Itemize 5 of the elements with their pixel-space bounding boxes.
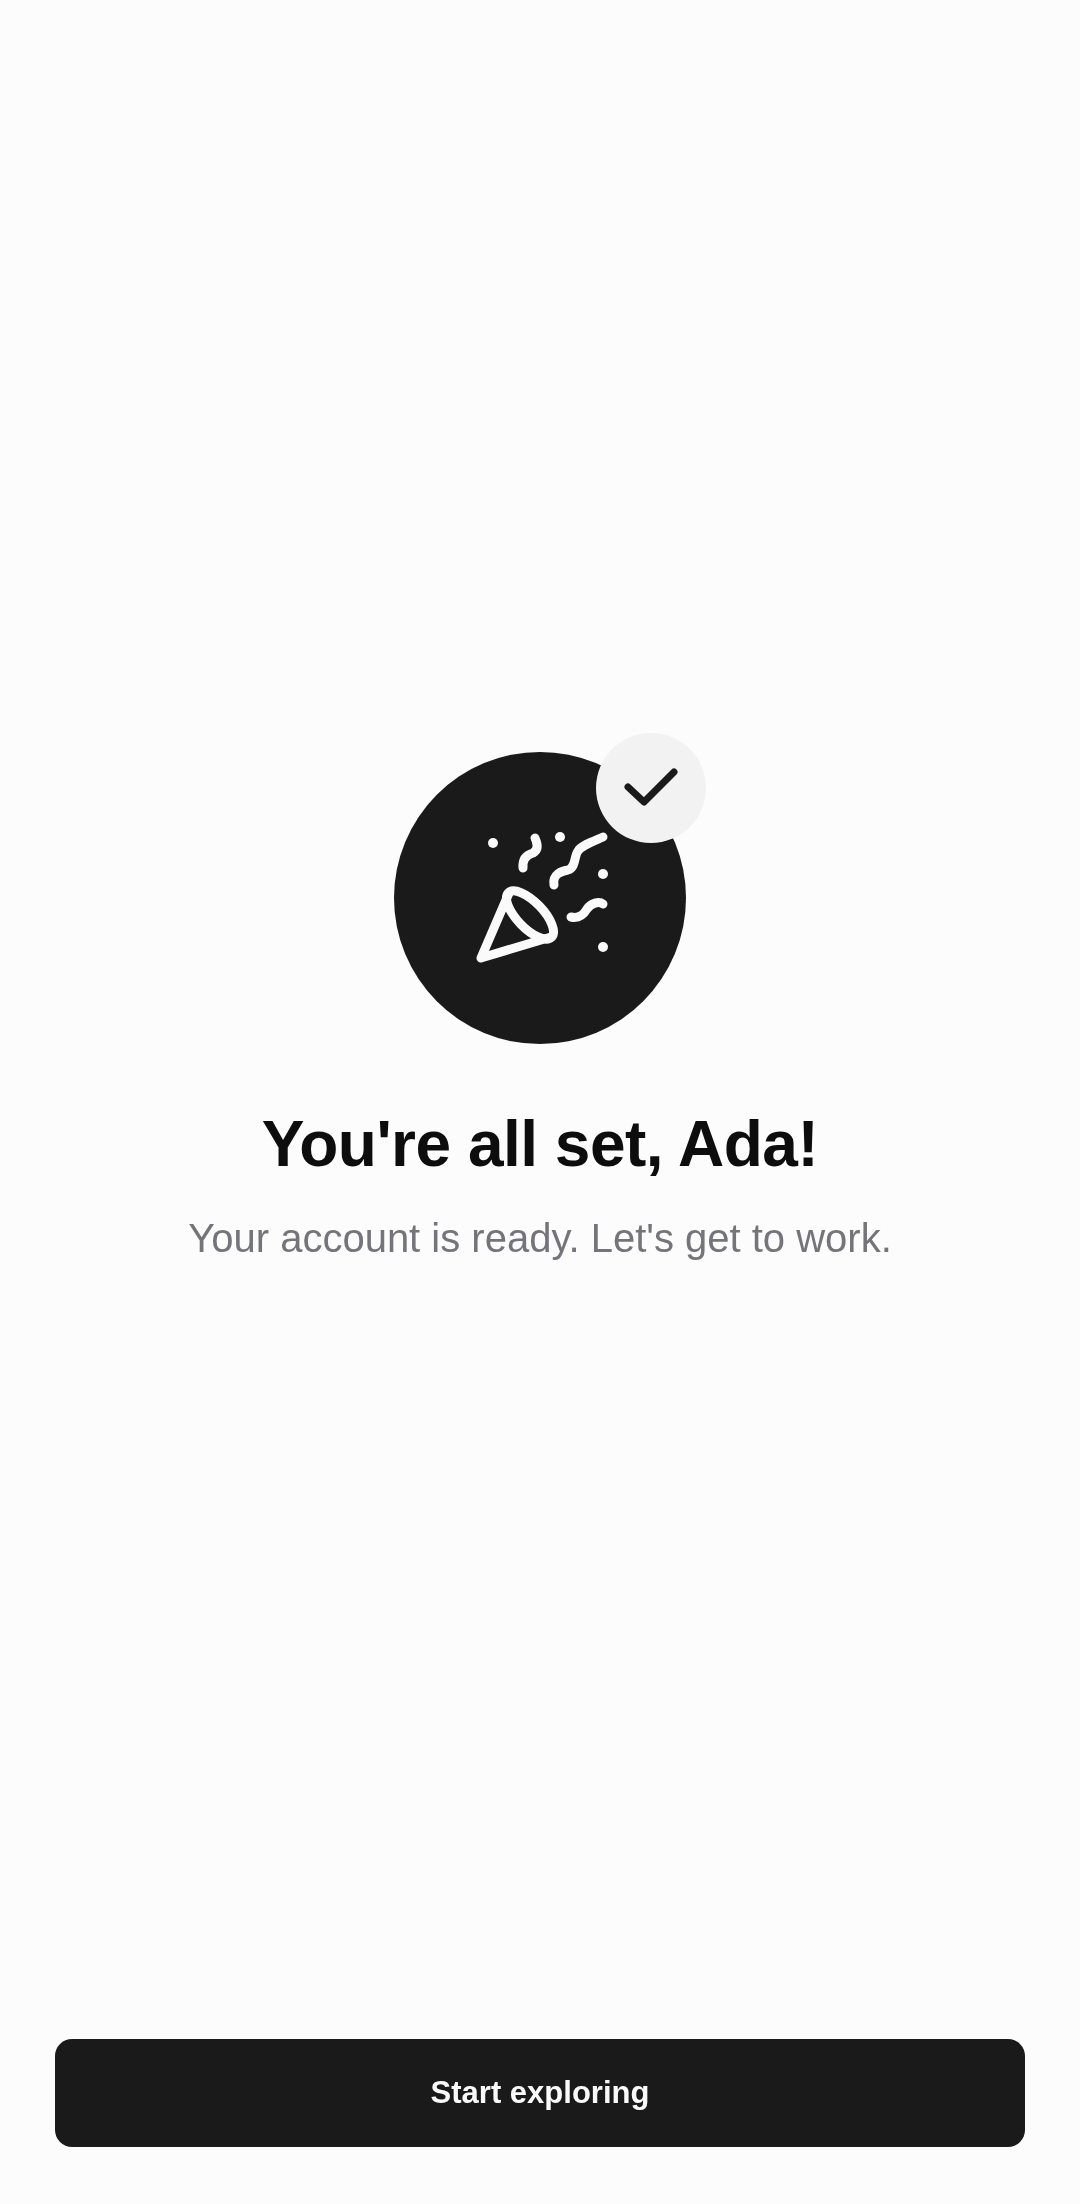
heading-title: You're all set, Ada!: [261, 1108, 819, 1182]
subtitle-text: Your account is ready. Let's get to work.: [188, 1214, 892, 1262]
party-popper-icon: [394, 752, 686, 1044]
checkmark-icon: [596, 733, 706, 843]
start-exploring-button[interactable]: Start exploring: [55, 2039, 1025, 2147]
